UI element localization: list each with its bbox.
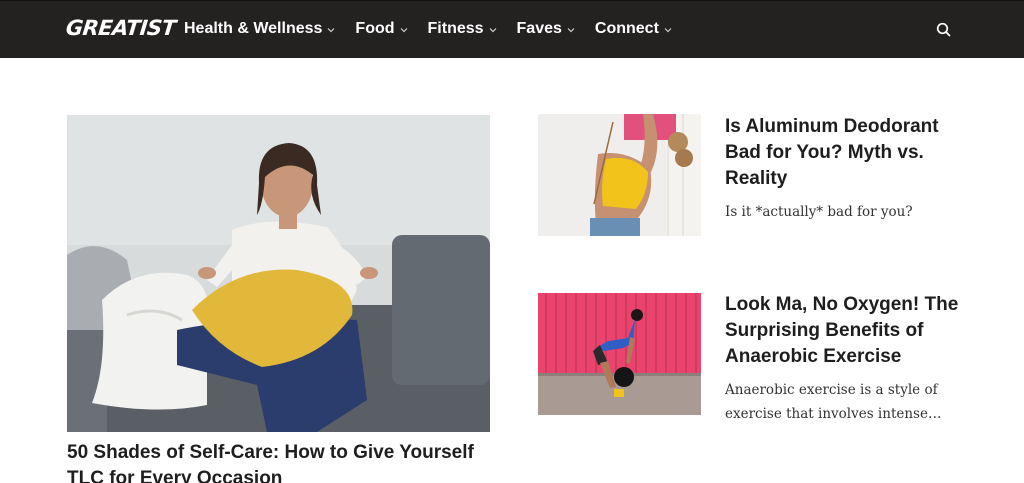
chevron-down-icon xyxy=(400,28,407,33)
chevron-down-icon xyxy=(489,28,496,33)
nav-item-label: Connect xyxy=(594,20,659,37)
featured-article-image[interactable] xyxy=(67,115,490,432)
featured-article-title[interactable]: 50 Shades of Self-Care: How to Give Your… xyxy=(67,440,497,483)
nav-item-faves[interactable]: Faves xyxy=(517,20,576,38)
nav-item-connect[interactable]: Connect xyxy=(595,20,673,38)
article-card-description: Is it *actually* bad for you? xyxy=(725,204,913,220)
nav-item-label: Faves xyxy=(516,20,562,37)
site-logo[interactable]: GREATIST xyxy=(65,16,177,40)
nav-item-food[interactable]: Food xyxy=(355,20,408,38)
chevron-down-icon xyxy=(567,28,575,33)
article-card-image[interactable] xyxy=(538,114,701,236)
nav-item-label: Food xyxy=(355,20,395,37)
article-card-image[interactable] xyxy=(538,293,701,415)
main-nav: Health & Wellness Food Fitness Faves Con… xyxy=(184,20,692,38)
chevron-down-icon xyxy=(327,28,335,33)
chevron-down-icon xyxy=(664,28,672,33)
article-card-title[interactable]: Is Aluminum Deodorant Bad for You? Myth … xyxy=(725,114,975,192)
article-card-description: Anaerobic exercise is a style of exercis… xyxy=(725,382,942,422)
nav-item-label: Health & Wellness xyxy=(184,20,323,37)
photo-woman-on-couch xyxy=(67,115,490,432)
nav-item-health-wellness[interactable]: Health & Wellness xyxy=(184,20,336,38)
photo-woman-kettlebell xyxy=(538,293,701,415)
photo-woman-yellow-top xyxy=(538,114,701,236)
top-nav-bar: GREATIST Health & Wellness Food Fitness … xyxy=(0,0,1024,58)
article-card-title[interactable]: Look Ma, No Oxygen! The Surprising Benef… xyxy=(725,292,975,370)
search-icon[interactable] xyxy=(935,21,953,39)
nav-item-fitness[interactable]: Fitness xyxy=(428,20,498,38)
nav-item-label: Fitness xyxy=(427,20,484,37)
